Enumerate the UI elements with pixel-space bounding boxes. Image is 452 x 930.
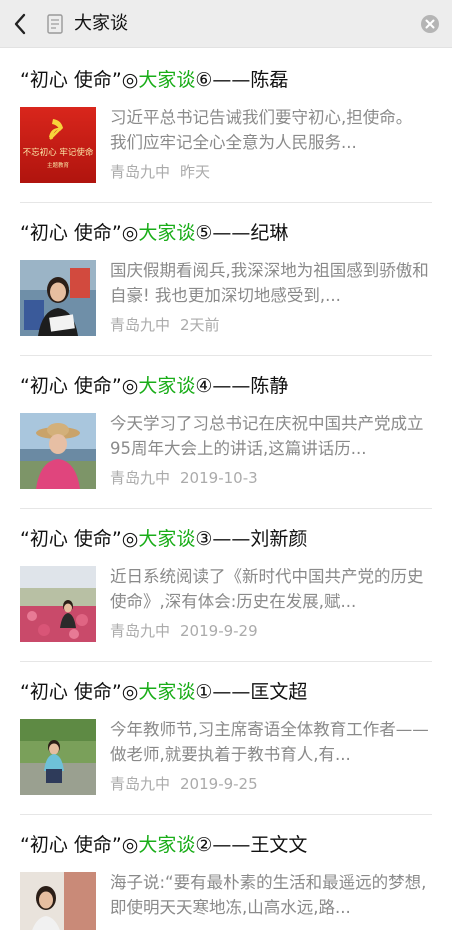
article-item[interactable]: “初心 使命”◎大家谈⑤——纪琳 国庆假期看阅兵,我深深地为祖国感到骄傲和自豪!…	[20, 203, 432, 356]
clear-search-button[interactable]	[408, 0, 452, 48]
article-time: 2019-9-29	[180, 622, 258, 640]
svg-text:主题教育: 主题教育	[47, 161, 70, 169]
article-title: “初心 使命”◎大家谈④——陈静	[20, 375, 289, 397]
article-thumbnail	[20, 260, 96, 336]
article-thumbnail	[20, 719, 96, 795]
article-meta	[110, 926, 120, 930]
article-time: 昨天	[180, 163, 211, 181]
search-bar: 大家谈	[0, 0, 452, 48]
article-thumbnail: 不忘初心 牢记使命 主题教育	[20, 107, 96, 183]
article-snippet: 近日系统阅读了《新时代中国共产党的历史使命》,深有体会:历史在发展,赋...	[110, 567, 424, 611]
article-snippet: 习近平总书记告诫我们要守初心,担使命。 我们应牢记全心全意为人民服务...	[110, 108, 413, 152]
article-thumbnail	[20, 413, 96, 489]
article-snippet: 海子说:“要有最朴素的生活和最遥远的梦想,即使明天天寒地冻,山高水远,路...	[110, 873, 427, 917]
article-source: 青岛九中	[110, 163, 171, 181]
article-item[interactable]: “初心 使命”◎大家谈⑥——陈磊 不忘初心 牢记使命 主题教育 习近平总书记告诫…	[20, 50, 432, 203]
article-item[interactable]: “初心 使命”◎大家谈①——匡文超 今年教师节,习主席寄语全体教育工作者——做老…	[20, 662, 432, 815]
article-meta: 青岛九中 2019-9-29	[110, 620, 258, 641]
article-time: 2天前	[180, 316, 220, 334]
article-meta: 青岛九中 昨天	[110, 161, 210, 182]
article-title: “初心 使命”◎大家谈①——匡文超	[20, 681, 308, 703]
article-thumbnail	[20, 566, 96, 642]
back-button[interactable]	[0, 0, 40, 48]
chevron-left-icon	[14, 13, 26, 34]
article-snippet: 今年教师节,习主席寄语全体教育工作者——做老师,就要执着于教书育人,有...	[110, 720, 429, 764]
article-source: 青岛九中	[110, 775, 171, 793]
article-list: “初心 使命”◎大家谈⑥——陈磊 不忘初心 牢记使命 主题教育 习近平总书记告诫…	[0, 50, 452, 930]
article-source: 青岛九中	[110, 622, 171, 640]
article-title: “初心 使命”◎大家谈③——刘新颜	[20, 528, 308, 550]
document-icon	[40, 0, 70, 48]
article-item[interactable]: “初心 使命”◎大家谈③——刘新颜 近日系统阅读了《新时代中国共产党的历史使命》…	[20, 509, 432, 662]
article-source: 青岛九中	[110, 469, 171, 487]
article-title: “初心 使命”◎大家谈②——王文文	[20, 834, 308, 856]
article-source: 青岛九中	[110, 316, 171, 334]
search-input[interactable]: 大家谈	[70, 0, 408, 48]
article-title: “初心 使命”◎大家谈⑥——陈磊	[20, 69, 289, 91]
clear-x-icon	[421, 14, 439, 33]
article-time: 2019-9-25	[180, 775, 258, 793]
article-item[interactable]: “初心 使命”◎大家谈④——陈静 今天学习了习总书记在庆祝中国共产党成立95周年…	[20, 356, 432, 509]
svg-text:不忘初心 牢记使命: 不忘初心 牢记使命	[23, 147, 94, 158]
article-title: “初心 使命”◎大家谈⑤——纪琳	[20, 222, 289, 244]
article-time: 2019-10-3	[180, 469, 258, 487]
article-snippet: 国庆假期看阅兵,我深深地为祖国感到骄傲和自豪! 我也更加深切地感受到,...	[110, 261, 429, 305]
article-item[interactable]: “初心 使命”◎大家谈②——王文文 海子说:“要有最朴素的生活和最遥远的梦想,即…	[20, 815, 432, 930]
article-meta: 青岛九中 2天前	[110, 314, 220, 335]
article-meta: 青岛九中 2019-10-3	[110, 467, 258, 488]
article-thumbnail	[20, 872, 96, 930]
article-meta: 青岛九中 2019-9-25	[110, 773, 258, 794]
article-snippet: 今天学习了习总书记在庆祝中国共产党成立95周年大会上的讲话,这篇讲话历...	[110, 414, 424, 458]
